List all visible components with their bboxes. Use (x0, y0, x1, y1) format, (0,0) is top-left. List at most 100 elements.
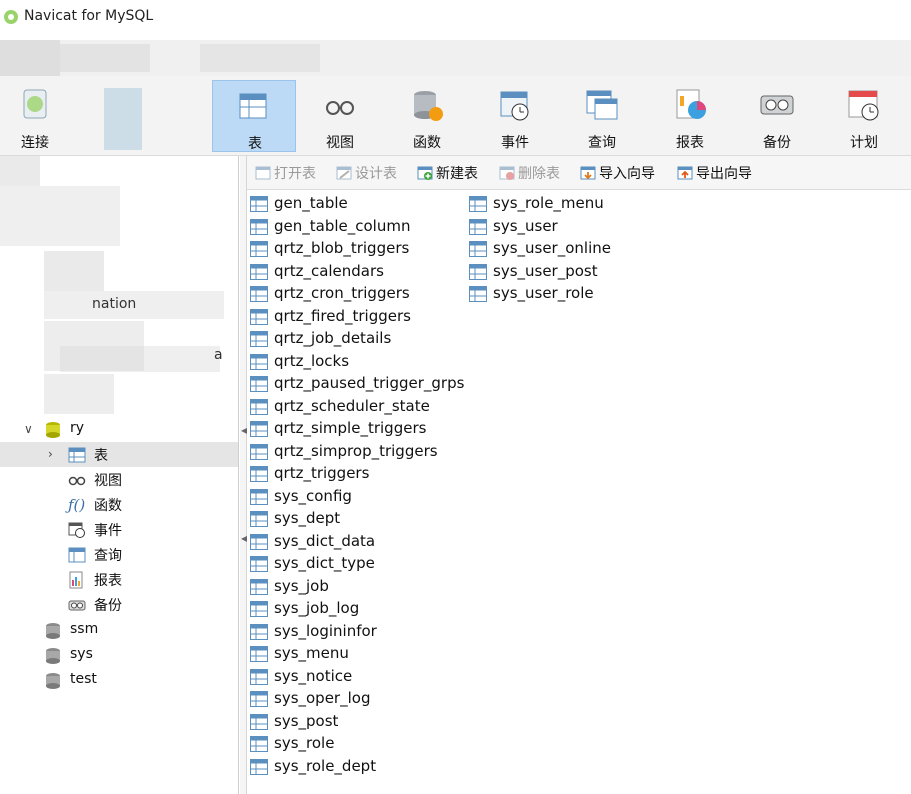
toolbar-schedule-button[interactable]: 计划 (824, 80, 904, 152)
table-name: sys_menu (274, 644, 349, 662)
table-icon (250, 488, 268, 505)
table-name: sys_oper_log (274, 689, 371, 707)
table-name: gen_table (274, 194, 348, 212)
event-icon (68, 522, 85, 538)
toolbar-report-button[interactable]: 报表 (650, 80, 730, 152)
table-icon (469, 286, 487, 302)
table-name: sys_user_post (493, 261, 598, 280)
connection-tree[interactable]: nation a ∨ ry › 表 视图 ƒ() 函数 事件 查询 报表 备份 … (0, 156, 239, 794)
design-table-icon (336, 166, 352, 180)
table-icon (250, 241, 268, 257)
table-name: sys_logininfor (274, 621, 377, 640)
table-name: sys_dict_type (274, 554, 375, 572)
function-icon (414, 91, 443, 121)
toolbar-event-button[interactable]: 事件 (475, 80, 555, 152)
table-name: qrtz_simple_triggers (274, 419, 427, 437)
chevron-down-icon[interactable]: ∨ (24, 422, 36, 436)
table-name: sys_role_menu (493, 194, 604, 212)
toolbar-connection-button[interactable]: 连接 (0, 80, 75, 152)
table-icon (250, 421, 268, 437)
tree-item-events[interactable]: 事件 (0, 517, 238, 542)
table-name: qrtz_job_details (274, 329, 392, 347)
table-name: qrtz_paused_trigger_grps (274, 374, 465, 392)
event-icon (500, 91, 529, 121)
table-name: qrtz_locks (274, 351, 350, 370)
tree-item-tables[interactable]: › 表 (0, 442, 238, 467)
table-name: sys_notice (274, 666, 353, 685)
database-icon (46, 623, 60, 639)
tree-item-backups[interactable]: 备份 (0, 592, 238, 617)
backup-icon (68, 600, 86, 611)
delete-table-button[interactable]: 删除表 (499, 163, 560, 183)
table-icon (469, 218, 487, 235)
table-icon (250, 353, 268, 370)
object-toolbar: 打开表 设计表 新建表 删除表 导入向导 导出向导 (247, 156, 911, 190)
tree-item-queries[interactable]: 查询 (0, 542, 238, 567)
tree-item-reports[interactable]: 报表 (0, 567, 238, 592)
table-name: sys_role_dept (274, 756, 377, 775)
tree-db-ry[interactable]: ∨ ry (0, 417, 238, 442)
table-name: sys_user_role (493, 284, 594, 302)
table-icon (250, 668, 268, 685)
table-icon (68, 447, 86, 463)
import-wizard-button[interactable]: 导入向导 (580, 163, 655, 183)
toolbar-function-button[interactable]: 函数 (387, 80, 467, 152)
design-table-button[interactable]: 设计表 (336, 163, 397, 183)
table-icon (239, 93, 267, 119)
view-icon (326, 101, 354, 115)
toolbar-user-button[interactable] (82, 80, 162, 152)
panel-splitter[interactable]: ◀ ◀ (240, 156, 247, 794)
toolbar-table-button[interactable]: 表 (212, 80, 296, 152)
table-icon (250, 263, 268, 280)
table-icon (250, 578, 268, 595)
table-name: qrtz_simprop_triggers (274, 441, 438, 460)
main-toolbar: 连接 表 视图 函数 事件 查询 报表 备份 计划 (0, 76, 911, 156)
table-name: sys_config (274, 486, 352, 505)
tree-db-ssm[interactable]: ssm (0, 618, 238, 643)
table-icon (250, 466, 268, 482)
table-icon (250, 691, 268, 707)
navicat-app-icon (4, 10, 18, 24)
tree-item-partial-2: a (214, 347, 223, 363)
import-wizard-icon (580, 166, 596, 180)
delete-table-icon (499, 166, 515, 180)
view-icon (68, 476, 86, 486)
table-name: qrtz_fired_triggers (274, 306, 411, 325)
toolbar-query-button[interactable]: 查询 (562, 80, 642, 152)
table-name: qrtz_cron_triggers (274, 284, 410, 302)
table-icon (250, 646, 268, 662)
menu-bar[interactable] (0, 40, 911, 76)
table-icon (250, 196, 268, 212)
table-icon (250, 713, 268, 730)
table-icon (250, 623, 268, 640)
table-icon (250, 533, 268, 550)
table-icon (469, 196, 487, 212)
tree-item-views[interactable]: 视图 (0, 467, 238, 492)
table-name: sys_user (493, 216, 558, 235)
export-wizard-icon (677, 166, 693, 180)
new-table-button[interactable]: 新建表 (417, 163, 478, 183)
chevron-right-icon[interactable]: › (48, 447, 60, 461)
export-wizard-button[interactable]: 导出向导 (677, 163, 752, 183)
table-name: sys_job_log (274, 599, 360, 617)
table-icon (469, 263, 487, 280)
backup-icon (760, 95, 794, 115)
table-icon (250, 376, 268, 392)
table-icon (469, 241, 487, 257)
report-icon (69, 571, 83, 589)
table-list[interactable]: gen_table gen_table_column qrtz_blob_trigg… (247, 190, 911, 794)
table-name: sys_dict_data (274, 531, 376, 550)
tree-db-test[interactable]: test (0, 668, 238, 693)
table-icon (250, 331, 268, 347)
open-table-button[interactable]: 打开表 (255, 163, 316, 183)
title-bar: Navicat for MySQL (0, 0, 911, 40)
table-icon (250, 286, 268, 302)
table-name: qrtz_triggers (274, 464, 370, 482)
table-icon (250, 736, 268, 752)
database-icon (46, 648, 60, 664)
tree-item-functions[interactable]: ƒ() 函数 (0, 492, 238, 517)
new-table-icon (417, 166, 433, 180)
toolbar-backup-button[interactable]: 备份 (737, 80, 817, 152)
tree-db-sys[interactable]: sys (0, 643, 238, 668)
toolbar-view-button[interactable]: 视图 (300, 80, 380, 152)
